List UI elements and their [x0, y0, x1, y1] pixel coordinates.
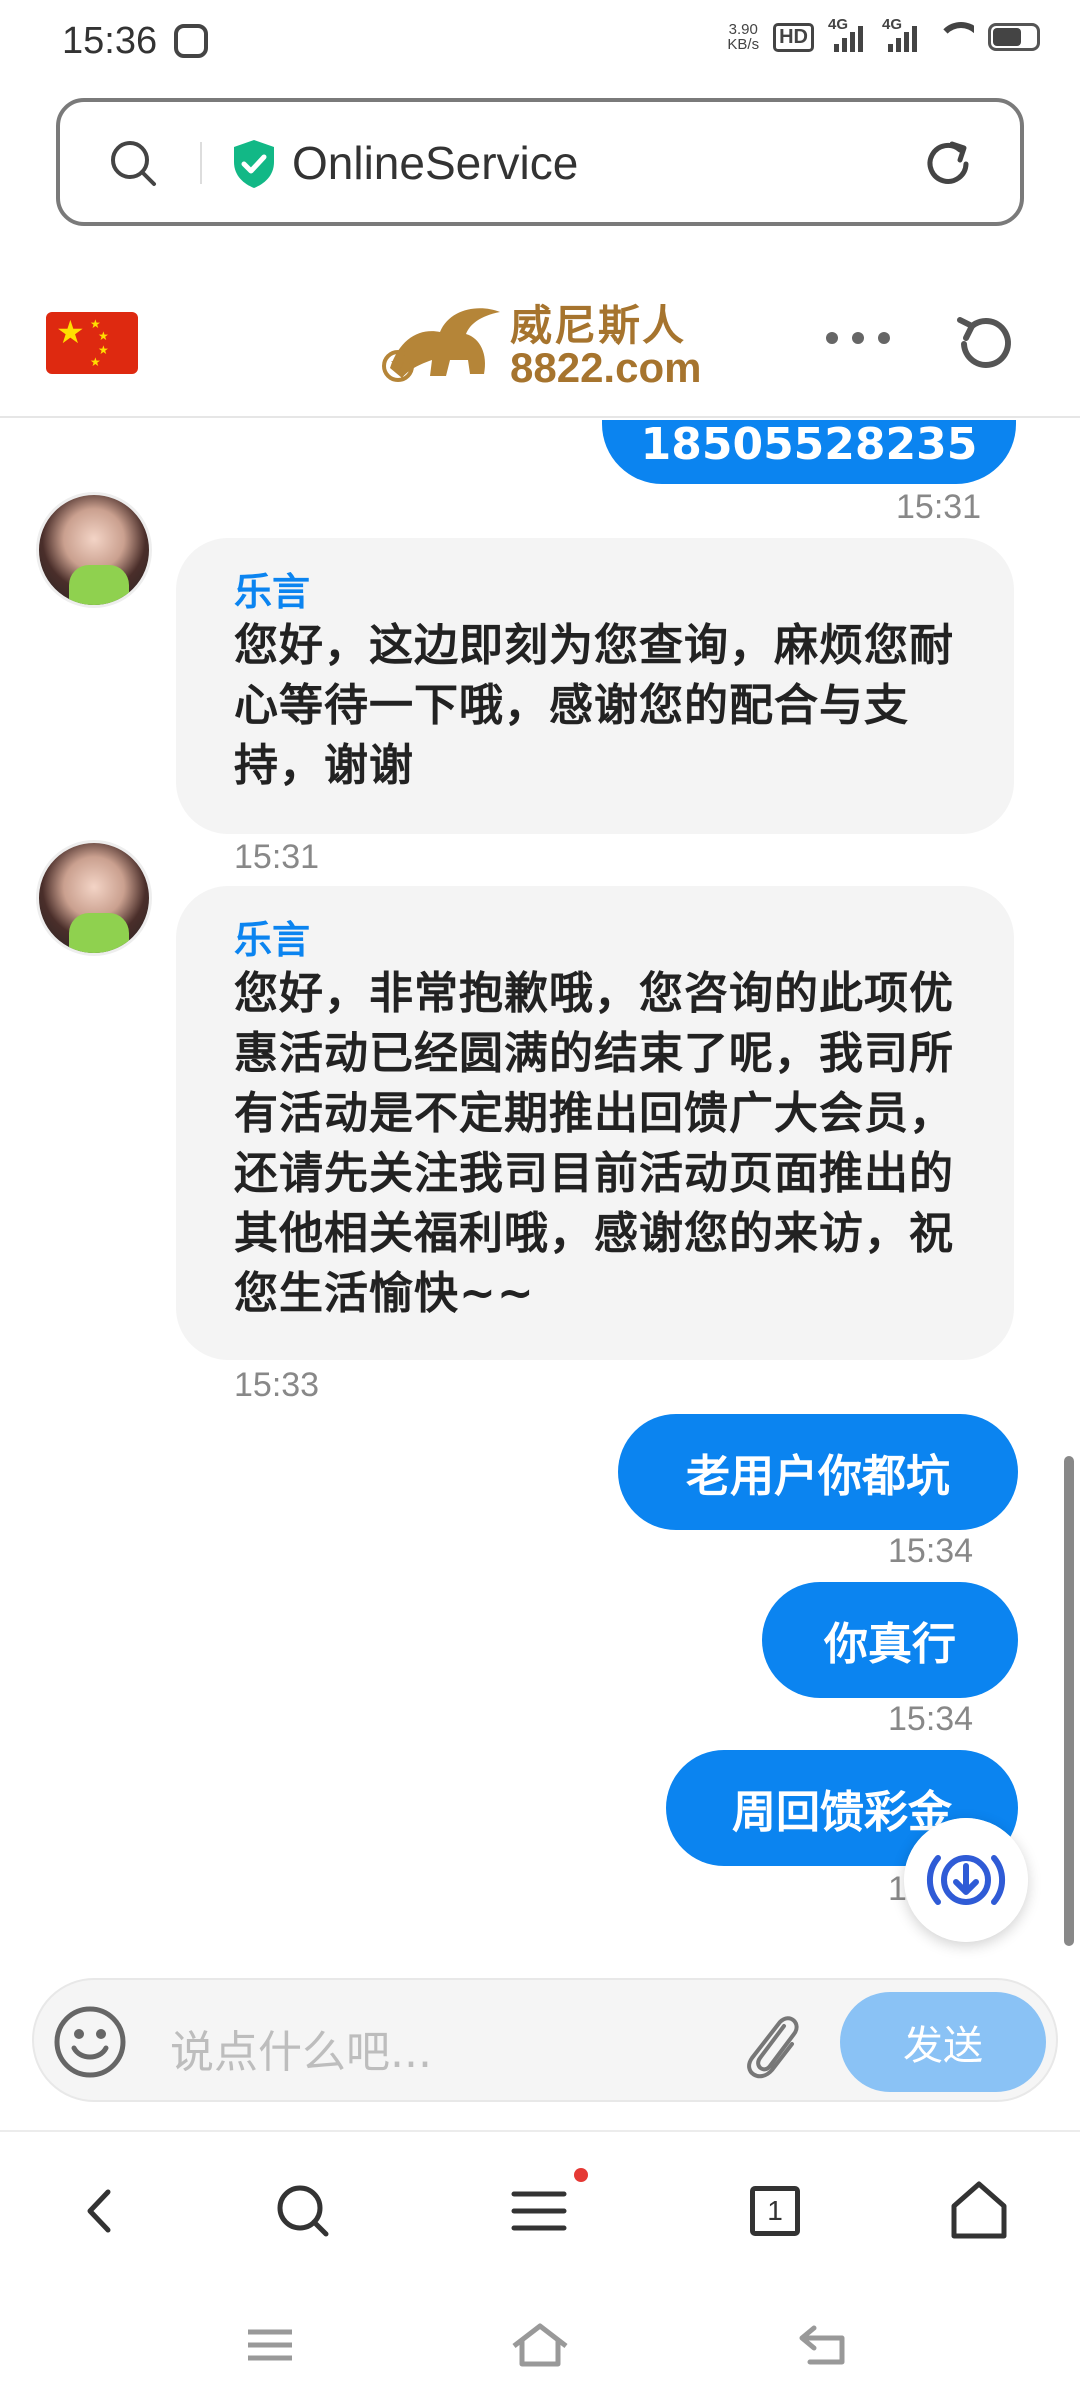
- status-time: 15:36: [62, 20, 158, 62]
- site-title[interactable]: OnlineService: [292, 136, 578, 190]
- status-icons: 3.90 KB/s HD 4G 4G: [727, 16, 1040, 53]
- scrollbar[interactable]: [1064, 1456, 1074, 1946]
- message-time: 15:34: [888, 1700, 974, 1738]
- message-time: 15:31: [234, 838, 320, 876]
- message-text: 您好，这边即刻为您查询，麻烦您耐心等待一下哦，感谢您的配合与支持，谢谢: [234, 620, 954, 791]
- message-composer: 说点什么吧... 发送: [32, 1978, 1058, 2102]
- incoming-message: 乐言 您好，这边即刻为您查询，麻烦您耐心等待一下哦，感谢您的配合与支持，谢谢: [176, 538, 1014, 834]
- network-speed: 3.90 KB/s: [727, 21, 760, 53]
- more-options-icon[interactable]: [826, 332, 890, 344]
- svg-text:V: V: [391, 357, 406, 379]
- search-icon[interactable]: [268, 2176, 338, 2246]
- chat-messages[interactable]: 18505528235 15:31 乐言 您好，这边即刻为您查询，麻烦您耐心等待…: [0, 420, 1080, 1980]
- refresh-chat-icon[interactable]: [950, 310, 1018, 378]
- notification-dot: [574, 2168, 588, 2182]
- message-time: 15:31: [896, 488, 982, 526]
- hd-icon: HD: [773, 22, 814, 52]
- outgoing-message: 你真行: [762, 1582, 1018, 1698]
- signal-icon-2: 4G: [882, 16, 922, 52]
- incoming-message: 乐言 您好，非常抱歉哦，您咨询的此项优惠活动已经圆满的结束了呢，我司所有活动是不…: [176, 886, 1014, 1360]
- message-time: 15:33: [234, 1366, 320, 1404]
- logo-domain-text: 8822.com: [510, 344, 702, 391]
- status-bar: 15:36 3.90 KB/s HD 4G 4G: [0, 0, 1080, 86]
- search-icon[interactable]: [108, 138, 158, 188]
- home-icon[interactable]: [944, 2176, 1014, 2246]
- agent-avatar: [36, 840, 152, 956]
- secure-shield-icon: [234, 140, 274, 188]
- system-home-icon[interactable]: [510, 2320, 570, 2370]
- language-flag-icon[interactable]: ★ ★ ★ ★ ★: [46, 312, 138, 374]
- outgoing-message: 18505528235: [602, 420, 1016, 484]
- message-time: 15:34: [888, 1532, 974, 1570]
- browser-toolbar: 1: [0, 2130, 1080, 2280]
- brand-logo: V 威尼斯人 8822.com: [380, 292, 710, 396]
- system-navigation: [0, 2280, 1080, 2408]
- tab-count: 1: [750, 2186, 800, 2236]
- divider: [200, 142, 202, 184]
- sender-name: 乐言: [234, 918, 311, 962]
- wifi-icon: [936, 22, 974, 52]
- back-icon[interactable]: [66, 2176, 136, 2246]
- tabs-button[interactable]: 1: [740, 2176, 810, 2246]
- address-bar[interactable]: OnlineService: [56, 98, 1024, 226]
- agent-avatar: [36, 492, 152, 608]
- message-input[interactable]: 说点什么吧...: [170, 2016, 432, 2080]
- notification-icon: [174, 24, 208, 58]
- signal-icon-1: 4G: [828, 16, 868, 52]
- battery-icon: [988, 23, 1040, 51]
- system-back-icon[interactable]: [796, 2320, 856, 2370]
- recent-apps-icon[interactable]: [240, 2320, 300, 2370]
- send-button[interactable]: 发送: [840, 1992, 1046, 2092]
- download-icon[interactable]: [904, 1818, 1028, 1942]
- winged-lion-icon: V: [382, 308, 500, 382]
- outgoing-message: 老用户你都坑: [618, 1414, 1018, 1530]
- emoji-icon[interactable]: [52, 2004, 128, 2080]
- menu-icon[interactable]: [504, 2176, 574, 2246]
- sender-name: 乐言: [234, 570, 311, 614]
- attachment-icon[interactable]: [734, 2002, 804, 2082]
- message-text: 您好，非常抱歉哦，您咨询的此项优惠活动已经圆满的结束了呢，我司所有活动是不定期推…: [234, 968, 954, 1319]
- chat-header: ★ ★ ★ ★ ★ V 威尼斯人 8822.com: [0, 270, 1080, 418]
- reload-icon[interactable]: [920, 136, 976, 192]
